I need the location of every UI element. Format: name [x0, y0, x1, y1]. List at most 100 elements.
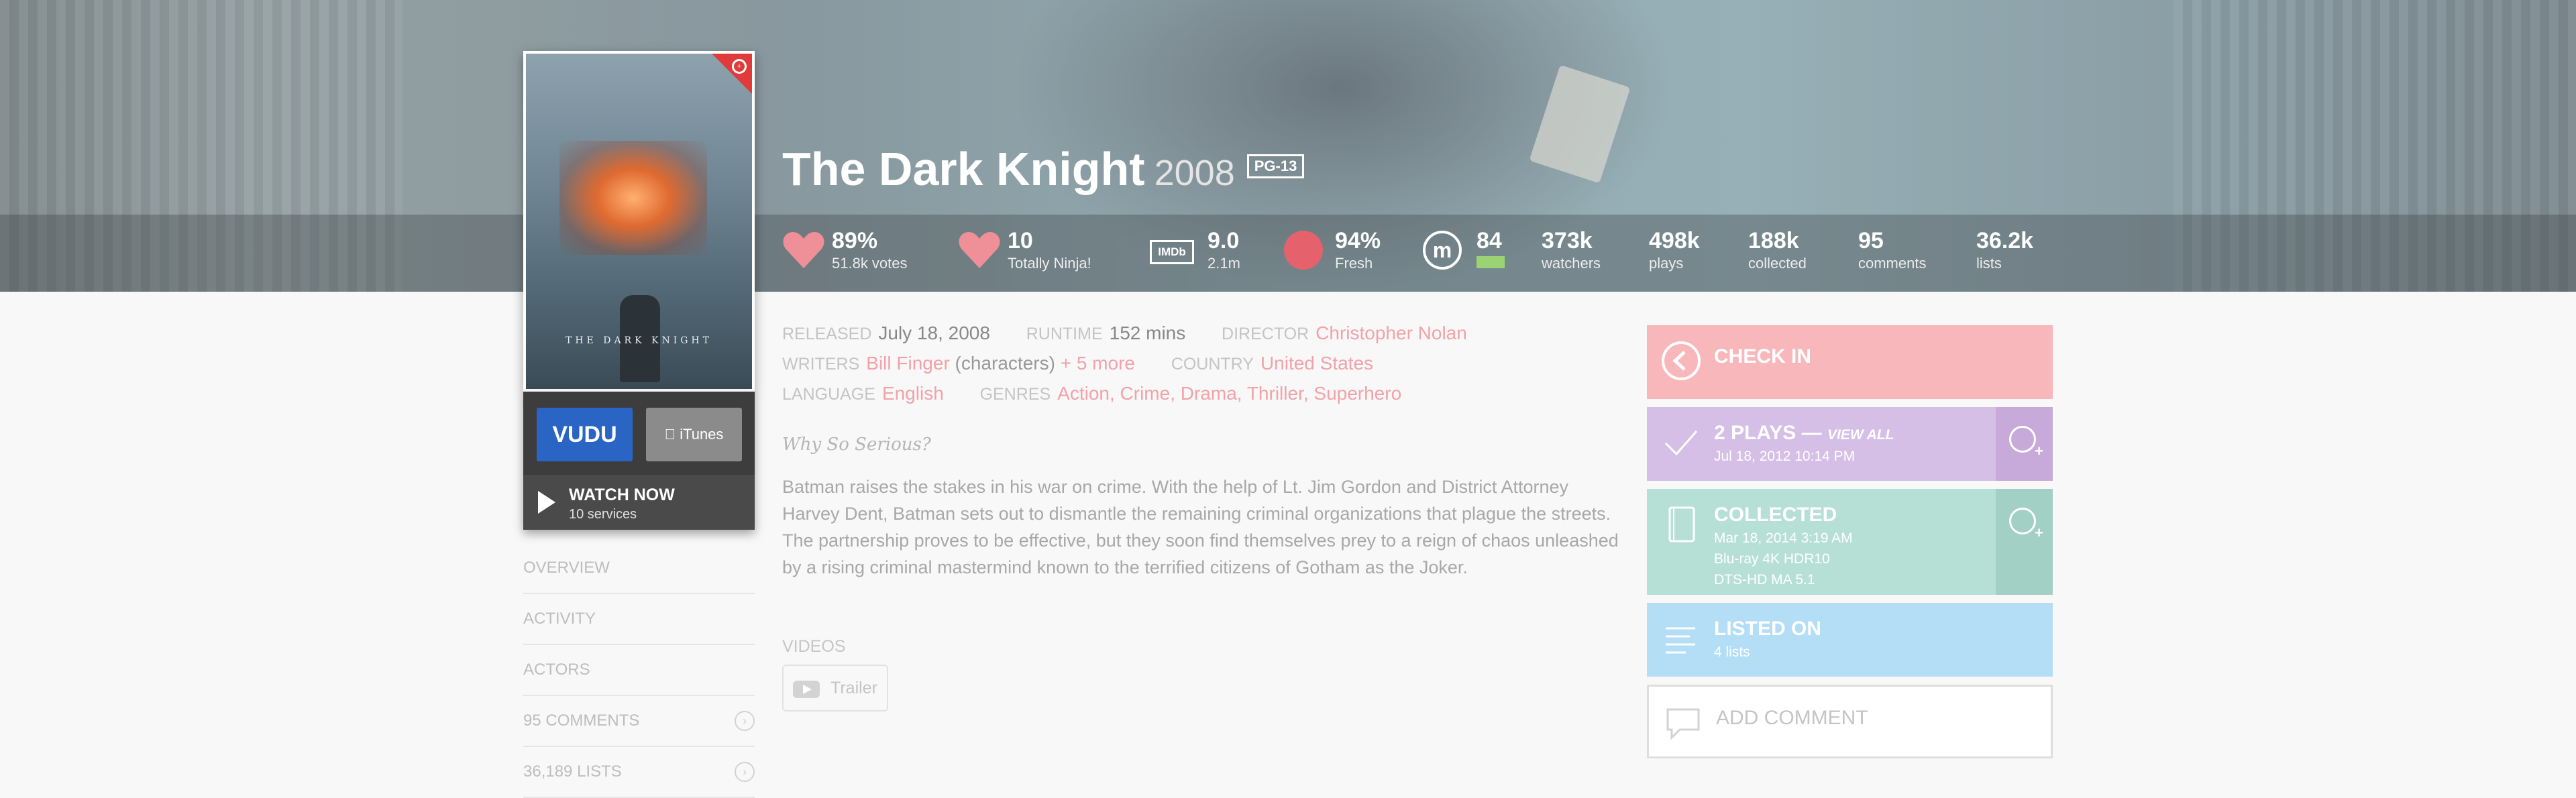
itunes-button[interactable]:  iTunes: [646, 408, 742, 461]
listed-count: 4 lists: [1714, 644, 1750, 660]
list-icon: [1666, 627, 1695, 654]
details-row-3: LANGUAGE English GENRES Action, Crime, Dra…: [782, 379, 1467, 409]
play-icon: [538, 491, 555, 514]
collected-format: Blu-ray 4K HDR10: [1714, 551, 1830, 567]
runtime-value: 152 mins: [1109, 323, 1186, 343]
view-all-link[interactable]: VIEW ALL: [1827, 427, 1894, 443]
nav-label: 36,189 LISTS: [523, 762, 622, 781]
listed-title: LISTED ON: [1714, 618, 1822, 640]
itunes-label: iTunes: [672, 426, 723, 443]
clock-plus-icon: [2009, 508, 2043, 542]
tagline: Why So Serious?: [782, 435, 931, 455]
plays-button[interactable]: 2 PLAYS — VIEW ALL Jul 18, 2012 10:14 PM: [1647, 407, 2053, 481]
lists-value: 36.2k: [1976, 228, 2034, 253]
collection-icon: [1668, 506, 1695, 543]
overview-text: Batman raises the stakes in his war on c…: [782, 477, 1619, 577]
poster-title: THE DARK KNIGHT: [566, 335, 712, 346]
collected-value: 188k: [1748, 228, 1799, 253]
chevron-right-icon: ›: [735, 711, 755, 731]
metacritic-icon: m: [1423, 231, 1462, 270]
nav-label: OVERVIEW: [523, 559, 610, 577]
lists-label: lists: [1976, 255, 2002, 272]
listed-on-button[interactable]: LISTED ON 4 lists: [1647, 603, 2053, 677]
trailer-button[interactable]: Trailer: [782, 665, 888, 711]
nav-actors[interactable]: ACTORS: [523, 645, 755, 696]
add-collection-button[interactable]: [1996, 489, 2053, 595]
nav-overview[interactable]: OVERVIEW: [523, 543, 755, 594]
user-rating-value: 10: [1008, 228, 1033, 253]
plays-label: plays: [1649, 255, 1684, 272]
watchers-value: 373k: [1542, 228, 1593, 253]
collected-button[interactable]: COLLECTED Mar 18, 2014 3:19 AM Blu-ray 4…: [1647, 489, 2053, 595]
plays-title: 2 PLAYS — VIEW ALL: [1714, 422, 1894, 445]
writer-role: (characters): [955, 353, 1055, 374]
side-nav: OVERVIEW ACTIVITY ACTORS 95 COMMENTS › 36…: [523, 543, 755, 798]
country-key: COUNTRY: [1171, 355, 1254, 374]
nav-lists[interactable]: 36,189 LISTS ›: [523, 747, 755, 798]
movie-details: RELEASED July 18, 2008 RUNTIME 152 mins DI…: [782, 319, 1467, 409]
check-in-button[interactable]: CHECK IN: [1647, 325, 2053, 399]
watch-box: VUDU  iTunes WATCH NOW 10 services: [523, 392, 755, 530]
nav-label: ACTIVITY: [523, 610, 596, 628]
add-play-button[interactable]: [1996, 407, 2053, 481]
trailer-label: Trailer: [830, 679, 877, 697]
collected-label: collected: [1748, 255, 1807, 272]
collected-title: COLLECTED: [1714, 504, 1837, 526]
poster-fire: [559, 141, 707, 255]
watch-now-button[interactable]: WATCH NOW 10 services: [523, 475, 755, 530]
add-comment-button[interactable]: ADD COMMENT: [1647, 685, 2053, 758]
details-row-2: WRITERS Bill Finger (characters) + 5 more…: [782, 349, 1467, 379]
imdb-icon: IMDb: [1150, 240, 1194, 264]
language-key: LANGUAGE: [782, 385, 875, 404]
chevron-right-icon: ›: [735, 762, 755, 782]
movie-title: The Dark Knight 2008 PG-13: [782, 142, 1305, 196]
poster-corner: [712, 54, 752, 94]
nav-label: 95 COMMENTS: [523, 711, 640, 730]
plays-date: Jul 18, 2012 10:14 PM: [1714, 449, 1856, 464]
vudu-button[interactable]: VUDU: [537, 408, 633, 461]
watchers-label: watchers: [1542, 255, 1601, 272]
watch-now-services: 10 services: [569, 507, 637, 522]
tomatometer-value: 94%: [1335, 228, 1381, 253]
nav-activity[interactable]: ACTIVITY: [523, 594, 755, 645]
movie-year[interactable]: 2008: [1155, 153, 1235, 193]
comments-value: 95: [1858, 228, 1884, 253]
tomato-icon: [1284, 231, 1323, 270]
released-key: RELEASED: [782, 325, 872, 343]
action-panel: CHECK IN 2 PLAYS — VIEW ALL Jul 18, 2012…: [1647, 325, 2053, 766]
plays-value: 498k: [1649, 228, 1700, 253]
check-in-label: CHECK IN: [1714, 345, 1812, 367]
writer-link[interactable]: Bill Finger: [866, 353, 949, 374]
released-value: July 18, 2008: [878, 323, 990, 343]
comment-icon: [1666, 708, 1700, 740]
watchlist-icon[interactable]: +: [732, 59, 747, 74]
writers-key: WRITERS: [782, 355, 860, 374]
runtime-key: RUNTIME: [1026, 325, 1103, 343]
imdb-votes: 2.1m: [1208, 255, 1240, 272]
heart-icon: [783, 232, 824, 268]
heart-icon: [959, 232, 1000, 268]
movie-poster[interactable]: THE DARK KNIGHT +: [523, 51, 755, 392]
details-row-1: RELEASED July 18, 2008 RUNTIME 152 mins DI…: [782, 319, 1467, 349]
youtube-icon: [793, 681, 820, 698]
imdb-value: 9.0: [1208, 228, 1240, 253]
clock-plus-icon: [2009, 426, 2043, 460]
director-link[interactable]: Christopher Nolan: [1316, 323, 1467, 343]
title-text: The Dark Knight: [782, 143, 1145, 195]
videos-heading: VIDEOS: [782, 637, 846, 656]
collected-audio: DTS-HD MA 5.1: [1714, 572, 1815, 587]
collected-date: Mar 18, 2014 3:19 AM: [1714, 530, 1853, 546]
trakt-rating-votes: 51.8k votes: [832, 255, 908, 272]
apple-icon: : [665, 426, 676, 443]
certification-badge: PG-13: [1246, 154, 1305, 178]
genres-key: GENRES: [979, 385, 1051, 404]
language-link[interactable]: English: [882, 383, 944, 404]
country-link[interactable]: United States: [1260, 353, 1373, 374]
comments-label: comments: [1858, 255, 1927, 272]
writers-more-link[interactable]: + 5 more: [1061, 353, 1135, 374]
tomatometer-label: Fresh: [1335, 255, 1373, 272]
trakt-rating-value: 89%: [832, 228, 878, 253]
metacritic-bar: [1477, 256, 1505, 268]
nav-comments[interactable]: 95 COMMENTS ›: [523, 696, 755, 747]
genres-links[interactable]: Action, Crime, Drama, Thriller, Superher…: [1057, 383, 1401, 404]
